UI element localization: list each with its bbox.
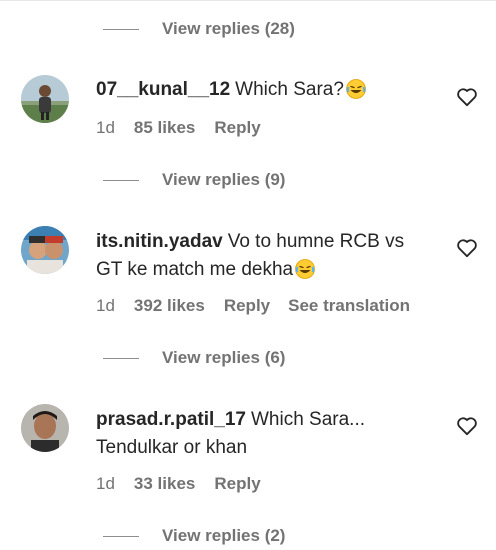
username[interactable]: 07__kunal__12 xyxy=(96,79,230,100)
likes-count[interactable]: 392 likes xyxy=(134,296,205,316)
username[interactable]: prasad.r.patil_17 xyxy=(96,409,246,430)
heart-outline-icon[interactable] xyxy=(456,87,478,107)
replies-line xyxy=(103,28,139,30)
username[interactable]: its.nitin.yadav xyxy=(96,231,223,252)
timestamp: 1d xyxy=(96,296,115,315)
reply-button[interactable]: Reply xyxy=(224,296,270,316)
likes-count[interactable]: 33 likes xyxy=(134,474,195,494)
comment-body: 07__kunal__12 Which Sara? xyxy=(96,76,426,108)
heart-outline-icon[interactable] xyxy=(456,416,478,436)
comment-meta: 1d 33 likes Reply xyxy=(96,474,279,494)
see-translation-button[interactable]: See translation xyxy=(288,296,410,316)
avatar[interactable] xyxy=(21,75,69,123)
timestamp: 1d xyxy=(96,118,115,137)
comment-meta: 1d 392 likes Reply See translation xyxy=(96,296,410,316)
view-replies-label: View replies (6) xyxy=(162,348,286,367)
avatar[interactable] xyxy=(21,226,69,274)
likes-count[interactable]: 85 likes xyxy=(134,118,195,138)
timestamp: 1d xyxy=(96,474,115,493)
reply-button[interactable]: Reply xyxy=(214,118,260,138)
comment-body: prasad.r.patil_17 Which Sara... Tendulkar… xyxy=(96,406,426,462)
comment-body: its.nitin.yadav Vo to humne RCB vs GT ke … xyxy=(96,228,426,288)
comment-meta: 1d 85 likes Reply xyxy=(96,118,279,138)
divider xyxy=(0,0,496,1)
laughing-emoji-icon xyxy=(295,259,316,288)
view-replies-toggle[interactable]: View replies (6) xyxy=(103,348,285,368)
view-replies-toggle[interactable]: View replies (28) xyxy=(103,19,295,39)
replies-line xyxy=(103,179,139,181)
view-replies-label: View replies (28) xyxy=(162,19,295,38)
heart-outline-icon[interactable] xyxy=(456,238,478,258)
view-replies-toggle[interactable]: View replies (2) xyxy=(103,526,285,546)
avatar[interactable] xyxy=(21,404,69,452)
view-replies-label: View replies (9) xyxy=(162,170,286,189)
reply-button[interactable]: Reply xyxy=(214,474,260,494)
comment-text: Which Sara? xyxy=(235,79,344,100)
replies-line xyxy=(103,357,139,359)
replies-line xyxy=(103,535,139,537)
laughing-emoji-icon xyxy=(346,79,366,108)
view-replies-label: View replies (2) xyxy=(162,526,286,545)
view-replies-toggle[interactable]: View replies (9) xyxy=(103,170,285,190)
